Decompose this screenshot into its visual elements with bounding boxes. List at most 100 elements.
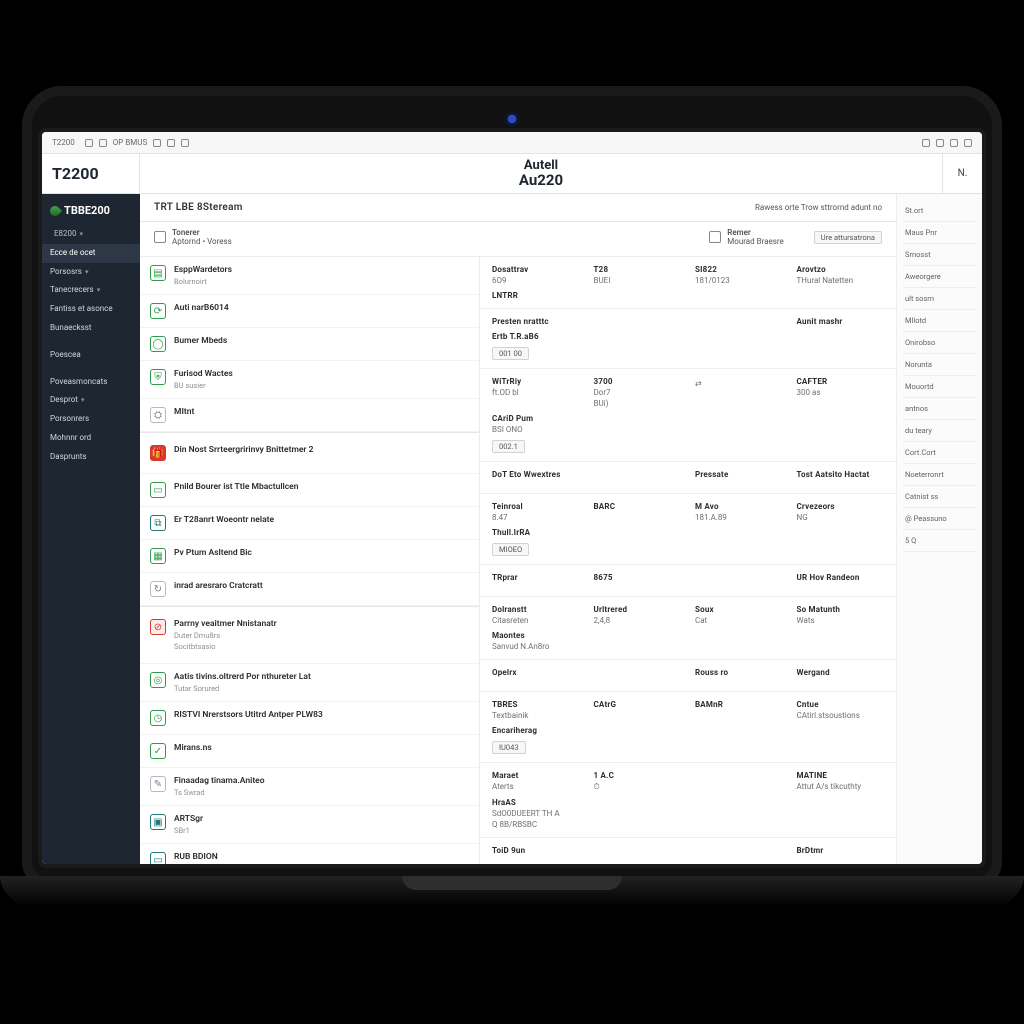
list-item-5[interactable]: 🎁Din Nost Srrteergririnvy Bnittetmer 2	[140, 432, 479, 474]
rail-item-2[interactable]: Srnosst	[903, 244, 976, 266]
detail-cell-9-0: MaraetAterts	[492, 771, 580, 792]
rail-item-0[interactable]: St.ort	[903, 200, 976, 222]
detail-cell-5-0: TRprar	[492, 573, 580, 582]
detail-key: MATINE	[797, 771, 885, 780]
list-item-sub: Socitbtsasio	[174, 642, 469, 651]
toolbar-right-icon-3[interactable]	[950, 139, 958, 147]
info-action-button[interactable]: Ure attursatrona	[814, 231, 882, 244]
list-item-16[interactable]: ▭RUB BDION	[140, 844, 479, 864]
detail-cell-1-2	[695, 317, 783, 326]
rail-item-14[interactable]: @ Peassuno	[903, 508, 976, 530]
rail-item-9[interactable]: antnos	[903, 398, 976, 420]
list-item-11[interactable]: ◎Aatis tivins.oltrerd Por nthureter LatT…	[140, 664, 479, 702]
list-item-8[interactable]: ▦Pv Ptum Asltend Bic	[140, 540, 479, 573]
detail-value: Cat	[695, 616, 783, 625]
doc-icon: ▤	[150, 265, 166, 281]
detail-cell-3-2: Pressate	[695, 470, 783, 479]
list-item-10[interactable]: ⊘Parrny veaitmer NnistanatrDuter Dmu8rsS…	[140, 606, 479, 664]
toolbar-right-icon-1[interactable]	[922, 139, 930, 147]
sidebar-item-9[interactable]: Mohnnr ord	[42, 429, 140, 448]
rail-item-13[interactable]: Catnist ss	[903, 486, 976, 508]
list-item-label: Bumer Mbeds	[174, 336, 469, 346]
toolbar-icon-3[interactable]	[153, 139, 161, 147]
subhead-left-key: Tonerer	[172, 228, 232, 237]
rail-item-15[interactable]: 5 Q	[903, 530, 976, 552]
rail-item-4[interactable]: ult sosrn	[903, 288, 976, 310]
list-item-6[interactable]: ▭Pnild Bourer ist Ttle Mbactullcen	[140, 474, 479, 507]
circle-icon: ◯	[150, 336, 166, 352]
list-item-3[interactable]: ⛨Furisod WactesBU susier	[140, 361, 479, 399]
list-item-12[interactable]: ◷RISTVI Nrerstsors Utitrd Antper PLW83	[140, 702, 479, 735]
sidebar-item-7[interactable]: Desprot	[42, 391, 140, 410]
sidebar-item-0[interactable]: Ecce de ocet	[42, 244, 140, 263]
sidebar-item-10[interactable]: Dasprunts	[42, 448, 140, 467]
detail-badge[interactable]: 002.1	[492, 440, 525, 453]
pencil-icon[interactable]	[154, 231, 166, 243]
list-column: ▤EsppWardetorsBolurnoirt⟳Auti narB6014 ◯ B…	[140, 257, 480, 864]
detail-key: 3700	[594, 377, 682, 386]
sidebar-tree-caret[interactable]: E8200	[42, 225, 140, 244]
list-item-4[interactable]: ⛭MItnt	[140, 399, 479, 432]
rail-item-11[interactable]: Cort.Cort	[903, 442, 976, 464]
toolbar-right-icon-4[interactable]	[964, 139, 972, 147]
toolbar-icon-1[interactable]	[85, 139, 93, 147]
window-icon: ▭	[150, 852, 166, 864]
rail-item-8[interactable]: Mouortd	[903, 376, 976, 398]
toolbar-icon-4[interactable]	[167, 139, 175, 147]
detail-cell-6-4: MaontesSanvud N.An8ro	[492, 631, 580, 651]
toolbar-menu-hint: OP BMUS	[113, 138, 147, 147]
detail-cell-7-3: Wergand	[797, 668, 885, 677]
sidebar-item-2[interactable]: Tanecrecers	[42, 281, 140, 300]
detail-key: CAriD Pum	[492, 414, 580, 423]
printer-icon[interactable]	[709, 231, 721, 243]
detail-value: THural Natetten	[797, 276, 885, 285]
list-item-15[interactable]: ▣ARTSgrSBr1	[140, 806, 479, 844]
detail-badge[interactable]: MIOEO	[492, 543, 529, 556]
list-item-2[interactable]: ◯ Bumer Mbeds	[140, 328, 479, 361]
detail-key: TBRES	[492, 700, 580, 709]
refresh-icon: ⟳	[150, 303, 166, 319]
sub-header: Tonerer Aptornd • Voress Remer Mourad Br…	[140, 222, 896, 257]
detail-cell-10-1	[594, 846, 682, 855]
detail-key: Tost Aatsito Hactat	[797, 470, 885, 479]
list-item-1[interactable]: ⟳Auti narB6014	[140, 295, 479, 328]
sidebar-item-8[interactable]: Porsonrers	[42, 410, 140, 429]
detail-cell-2-0: WiTrRiyft.OD bl	[492, 377, 580, 408]
rail-item-1[interactable]: Maus Pnr	[903, 222, 976, 244]
detail-cell-7-0: Opelrx	[492, 668, 580, 677]
rail-item-10[interactable]: du teary	[903, 420, 976, 442]
detail-value: Aterts	[492, 782, 580, 791]
rail-item-6[interactable]: Onirobso	[903, 332, 976, 354]
sidebar-item-1[interactable]: Porsosrs	[42, 263, 140, 282]
list-item-label: Er T28anrt Woeontr nelate	[174, 515, 469, 525]
list-item-9[interactable]: ↻inrad aresraro Cratcratt	[140, 573, 479, 606]
toolbar-icon-2[interactable]	[99, 139, 107, 147]
sidebar-item-6[interactable]: Poveasmoncats	[42, 373, 140, 392]
detail-cell-2-2: ⇄	[695, 377, 783, 408]
rail-item-3[interactable]: Aweorgere	[903, 266, 976, 288]
detail-value: Wats	[797, 616, 885, 625]
detail-key: Aunit mashr	[797, 317, 885, 326]
list-item-0[interactable]: ▤EsppWardetorsBolurnoirt	[140, 257, 479, 295]
detail-badge[interactable]: 001 00	[492, 347, 529, 360]
sidebar-item-3[interactable]: Fantiss et asonce	[42, 300, 140, 319]
list-item-7[interactable]: ⧉Er T28anrt Woeontr nelate	[140, 507, 479, 540]
sidebar-item-4[interactable]: Bunaecksst	[42, 319, 140, 338]
detail-key: CAFTER	[797, 377, 885, 386]
list-item-14[interactable]: ✎Finaadag tinama.AniteoTs Swrad	[140, 768, 479, 806]
rail-item-7[interactable]: Norunta	[903, 354, 976, 376]
detail-cell-7-1	[594, 668, 682, 677]
rail-item-12[interactable]: Noeterronrt	[903, 464, 976, 486]
toolbar-icon-5[interactable]	[181, 139, 189, 147]
detail-cell-8-1: CAtrG	[594, 700, 682, 720]
list-item-13[interactable]: ✓Mirans.ns	[140, 735, 479, 768]
toolbar-right-icon-2[interactable]	[936, 139, 944, 147]
detail-value: 6O9	[492, 276, 580, 285]
detail-cell-10-3: BrDtmr	[797, 846, 885, 855]
rail-item-5[interactable]: Mllotd	[903, 310, 976, 332]
detail-key: CAtrG	[594, 700, 682, 709]
sidebar-item-5[interactable]: Poescea	[42, 346, 140, 365]
list-item-label: MItnt	[174, 407, 469, 417]
detail-badge[interactable]: IU043	[492, 741, 526, 754]
detail-value: NG	[797, 513, 885, 522]
